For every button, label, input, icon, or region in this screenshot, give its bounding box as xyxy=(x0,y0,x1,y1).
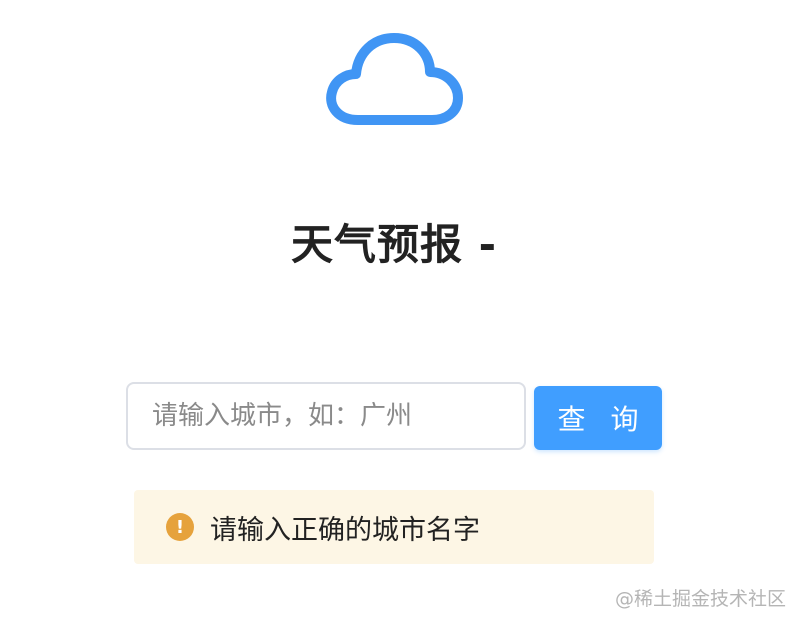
city-search-input[interactable] xyxy=(126,382,526,450)
watermark: @稀土掘金技术社区 xyxy=(614,588,786,610)
page-title: 天气预报 - xyxy=(290,220,498,269)
warning-alert: ! 请输入正确的城市名字 xyxy=(134,490,654,564)
warning-icon: ! xyxy=(166,513,194,541)
cloud-icon xyxy=(326,33,463,125)
alert-message: 请输入正确的城市名字 xyxy=(210,514,480,546)
weather-page: 天气预报 - 查 询 ! 请输入正确的城市名字 @稀土掘金技术社区 xyxy=(0,0,804,624)
search-button[interactable]: 查 询 xyxy=(534,386,662,450)
